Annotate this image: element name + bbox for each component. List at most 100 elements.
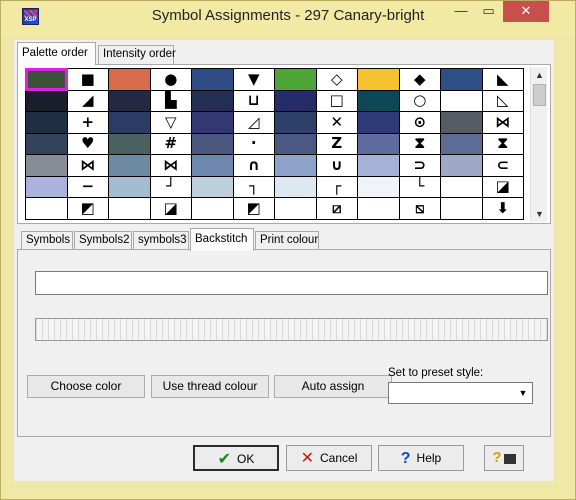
preset-style-dropdown[interactable]: ▼ (388, 382, 533, 404)
color-swatch[interactable] (25, 111, 68, 134)
symbol-swatch[interactable]: ♥ (66, 132, 109, 155)
symbol-swatch[interactable]: ● (149, 68, 192, 91)
color-swatch[interactable] (357, 197, 400, 220)
color-swatch[interactable] (357, 175, 400, 198)
color-swatch[interactable] (357, 111, 400, 134)
ok-button[interactable]: ✔ OK (193, 445, 279, 471)
close-button[interactable]: ✕ (503, 1, 549, 22)
symbol-swatch[interactable]: ⋈ (149, 154, 192, 177)
symbol-swatch[interactable]: # (149, 132, 192, 155)
chevron-down-icon[interactable]: ▼ (514, 383, 532, 403)
symbol-swatch[interactable]: ⊔ (232, 89, 275, 112)
palette-scrollbar[interactable]: ▲ ▼ (530, 67, 547, 222)
symbol-swatch[interactable]: − (66, 175, 109, 198)
symbol-swatch[interactable]: ▙ (149, 89, 192, 112)
symbol-swatch[interactable]: ◢ (66, 89, 109, 112)
color-swatch[interactable] (25, 197, 68, 220)
symbol-swatch[interactable]: ⧗ (481, 132, 524, 155)
color-swatch[interactable] (357, 132, 400, 155)
color-swatch[interactable] (25, 154, 68, 177)
color-swatch[interactable] (440, 89, 483, 112)
symbol-swatch[interactable]: ▼ (232, 68, 275, 91)
symbol-swatch[interactable]: ⧄ (315, 197, 358, 220)
symbol-swatch[interactable]: ┌ (315, 175, 358, 198)
symbol-swatch[interactable]: ◇ (315, 68, 358, 91)
auto-assign-button[interactable]: Auto assign (274, 375, 392, 398)
color-swatch[interactable] (25, 68, 68, 91)
symbol-swatch[interactable]: ◣ (481, 68, 524, 91)
symbol-swatch[interactable]: ○ (398, 89, 441, 112)
symbol-swatch[interactable]: ⬇ (481, 197, 524, 220)
symbol-swatch[interactable]: ▽ (149, 111, 192, 134)
color-swatch[interactable] (274, 68, 317, 91)
symbol-swatch[interactable]: ┘ (149, 175, 192, 198)
color-swatch[interactable] (108, 89, 151, 112)
symbol-swatch[interactable]: ◺ (481, 89, 524, 112)
symbol-swatch[interactable]: □ (315, 89, 358, 112)
color-swatch[interactable] (108, 154, 151, 177)
color-swatch[interactable] (440, 175, 483, 198)
backstitch-input[interactable] (35, 271, 548, 295)
symbol-swatch[interactable]: Z (315, 132, 358, 155)
symbol-swatch[interactable]: ✕ (315, 111, 358, 134)
color-swatch[interactable] (274, 154, 317, 177)
scroll-down-arrow-icon[interactable]: ▼ (531, 206, 548, 222)
symbol-swatch[interactable]: ◪ (481, 175, 524, 198)
color-swatch[interactable] (108, 68, 151, 91)
maximize-button[interactable]: ▭ (475, 1, 502, 22)
color-swatch[interactable] (191, 154, 234, 177)
cancel-button[interactable]: ✕ Cancel (286, 445, 372, 471)
symbol-swatch[interactable]: ┐ (232, 175, 275, 198)
title-bar[interactable]: XSP Symbol Assignments - 297 Canary-brig… (1, 1, 575, 35)
color-swatch[interactable] (191, 89, 234, 112)
symbol-swatch[interactable]: · (232, 132, 275, 155)
color-swatch[interactable] (25, 175, 68, 198)
color-swatch[interactable] (191, 197, 234, 220)
tab-symbols3[interactable]: symbols3 (133, 231, 189, 250)
color-swatch[interactable] (274, 175, 317, 198)
symbol-swatch[interactable]: ◪ (149, 197, 192, 220)
line-style-preview[interactable] (35, 318, 548, 341)
symbol-swatch[interactable]: ∪ (315, 154, 358, 177)
color-swatch[interactable] (440, 197, 483, 220)
symbol-swatch[interactable]: ◿ (232, 111, 275, 134)
scroll-thumb[interactable] (533, 84, 546, 106)
tab-palette-order[interactable]: Palette order (17, 42, 96, 65)
symbol-swatch[interactable]: ◩ (66, 197, 109, 220)
symbol-swatch[interactable]: ◩ (232, 197, 275, 220)
tab-intensity-order[interactable]: Intensity order (98, 45, 176, 64)
symbol-swatch[interactable]: ⧗ (398, 132, 441, 155)
color-swatch[interactable] (357, 89, 400, 112)
symbol-swatch[interactable]: ■ (66, 68, 109, 91)
color-swatch[interactable] (25, 89, 68, 112)
symbol-swatch[interactable]: ∩ (232, 154, 275, 177)
color-swatch[interactable] (108, 111, 151, 134)
symbol-swatch[interactable]: + (66, 111, 109, 134)
minimize-button[interactable]: — (447, 1, 475, 22)
color-swatch[interactable] (274, 132, 317, 155)
symbol-swatch[interactable]: ⋈ (66, 154, 109, 177)
color-swatch[interactable] (108, 175, 151, 198)
choose-color-button[interactable]: Choose color (27, 375, 145, 398)
color-swatch[interactable] (440, 68, 483, 91)
color-swatch[interactable] (440, 111, 483, 134)
color-swatch[interactable] (108, 132, 151, 155)
tab-backstitch[interactable]: Backstitch (190, 228, 254, 251)
symbol-swatch[interactable]: ◆ (398, 68, 441, 91)
context-help-button[interactable]: ? (484, 445, 524, 471)
color-swatch[interactable] (440, 154, 483, 177)
color-swatch[interactable] (191, 132, 234, 155)
color-swatch[interactable] (191, 111, 234, 134)
color-swatch[interactable] (191, 68, 234, 91)
tab-symbols[interactable]: Symbols (21, 231, 73, 250)
symbol-swatch[interactable]: ⧅ (398, 197, 441, 220)
color-swatch[interactable] (357, 68, 400, 91)
color-swatch[interactable] (440, 132, 483, 155)
color-swatch[interactable] (357, 154, 400, 177)
symbol-swatch[interactable]: └ (398, 175, 441, 198)
color-swatch[interactable] (274, 89, 317, 112)
symbol-swatch[interactable]: ⊙ (398, 111, 441, 134)
color-swatch[interactable] (108, 197, 151, 220)
scroll-up-arrow-icon[interactable]: ▲ (531, 67, 548, 83)
color-swatch[interactable] (274, 111, 317, 134)
